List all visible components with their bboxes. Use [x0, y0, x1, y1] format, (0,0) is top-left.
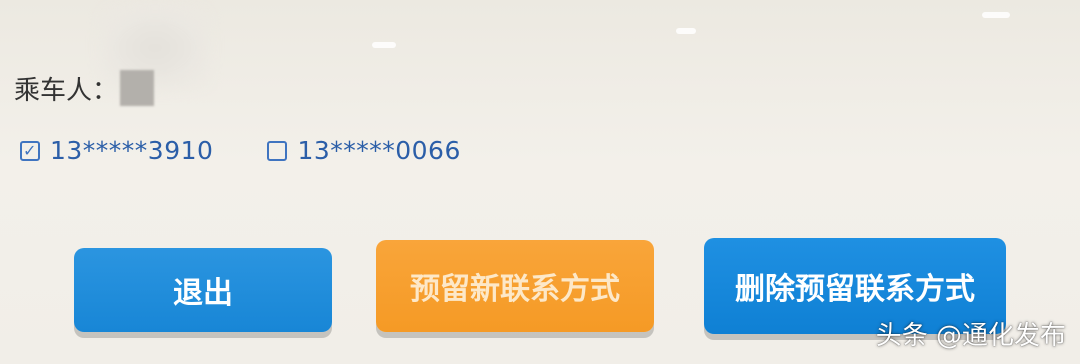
contact-option-1[interactable]: ✓ 13*****3910: [20, 136, 213, 165]
contact-phone-2: 13*****0066: [297, 136, 461, 165]
screen-glare: [372, 42, 396, 48]
screen-glare: [982, 12, 1010, 18]
contact-phone-1: 13*****3910: [50, 136, 214, 165]
passenger-row: 乘车人：: [14, 66, 155, 110]
source-watermark: 头条 @通化发布: [875, 321, 1066, 351]
exit-button[interactable]: 退出: [74, 248, 332, 332]
passenger-name-mask: [120, 70, 155, 106]
reserve-new-contact-button[interactable]: 预留新联系方式: [376, 240, 654, 332]
contact-options: ✓ 13*****3910 13*****0066: [20, 136, 461, 165]
contact-option-2[interactable]: 13*****0066: [267, 136, 460, 165]
checkbox-checked-icon[interactable]: ✓: [20, 140, 40, 161]
passenger-label: 乘车人：: [14, 75, 119, 106]
checkbox-unchecked-icon[interactable]: [267, 140, 288, 161]
screen-glare: [676, 28, 696, 34]
